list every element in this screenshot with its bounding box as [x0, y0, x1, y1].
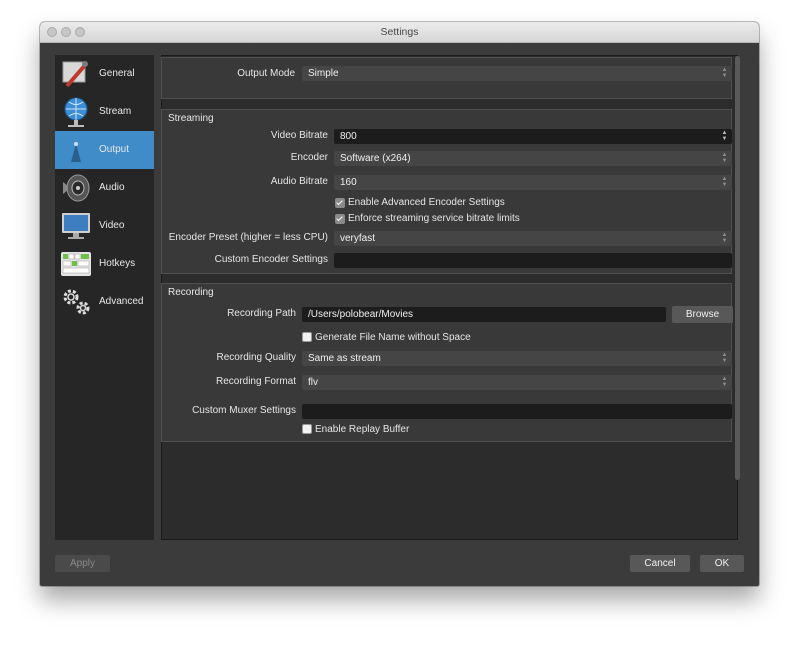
- streaming-group: Streaming Video Bitrate 800 ▲ ▼ Encoder S…: [161, 109, 732, 274]
- title-bar: Settings: [40, 22, 759, 43]
- cancel-button[interactable]: Cancel: [630, 555, 690, 572]
- stepper-icon[interactable]: ▲ ▼: [719, 130, 730, 143]
- ok-button[interactable]: OK: [700, 555, 744, 572]
- output-mode-label: Output Mode: [237, 68, 295, 79]
- sidebar-label-stream: Stream: [99, 106, 132, 117]
- streaming-group-title: Streaming: [168, 113, 214, 124]
- sidebar-item-output[interactable]: Output: [55, 131, 154, 169]
- recording-path-input[interactable]: /Users/polobear/Movies: [302, 307, 666, 322]
- general-icon: [62, 61, 88, 88]
- sidebar-label-advanced: Advanced: [99, 296, 144, 307]
- sidebar-label-hotkeys: Hotkeys: [99, 258, 136, 269]
- recording-group-title: Recording: [168, 287, 214, 298]
- settings-sidebar: General Stream Output Audio Video Hotkey…: [55, 55, 154, 540]
- recording-format-select[interactable]: flv ▲ ▼: [302, 375, 732, 390]
- audio-bitrate-value: 160: [340, 177, 357, 188]
- sidebar-item-advanced[interactable]: Advanced: [55, 283, 154, 321]
- audio-bitrate-label: Audio Bitrate: [270, 176, 328, 187]
- output-mode-value: Simple: [308, 68, 339, 79]
- output-icon: [71, 142, 81, 162]
- sidebar-item-stream[interactable]: Stream: [55, 93, 154, 131]
- encoder-select[interactable]: Software (x264) ▲ ▼: [334, 151, 732, 166]
- recording-quality-select[interactable]: Same as stream ▲ ▼: [302, 351, 732, 366]
- recording-quality-value: Same as stream: [308, 353, 381, 364]
- advanced-encoder-checkbox[interactable]: [335, 198, 345, 208]
- chevron-updown-icon: ▲ ▼: [721, 152, 728, 164]
- sidebar-label-output: Output: [99, 144, 130, 155]
- replay-buffer-checkbox[interactable]: [302, 424, 312, 434]
- chevron-updown-icon: ▲ ▼: [721, 376, 728, 388]
- sidebar-item-hotkeys[interactable]: Hotkeys: [55, 245, 154, 283]
- recording-format-value: flv: [308, 377, 318, 388]
- browse-button[interactable]: Browse: [672, 306, 733, 323]
- sidebar-label-video: Video: [99, 220, 125, 231]
- output-mode-group: Output Mode Simple ▲ ▼: [161, 57, 732, 99]
- encoder-label: Encoder: [290, 152, 328, 163]
- video-icon: [62, 213, 90, 239]
- apply-button[interactable]: Apply: [55, 555, 110, 572]
- output-mode-select[interactable]: Simple ▲ ▼: [302, 66, 732, 81]
- encoder-preset-select[interactable]: veryfast ▲ ▼: [334, 231, 732, 246]
- sidebar-label-audio: Audio: [99, 182, 125, 193]
- sidebar-item-general[interactable]: General: [55, 55, 154, 93]
- video-bitrate-label: Video Bitrate: [270, 130, 328, 141]
- audio-icon: [63, 174, 90, 202]
- recording-path-label: Recording Path: [227, 308, 296, 319]
- enforce-limits-checkbox[interactable]: [335, 214, 345, 224]
- recording-group: Recording Recording Path /Users/polobear…: [161, 283, 733, 442]
- chevron-updown-icon: ▲ ▼: [721, 352, 728, 364]
- chevron-updown-icon: ▲ ▼: [721, 176, 728, 188]
- no-space-checkbox[interactable]: [302, 332, 312, 342]
- vertical-scrollbar[interactable]: [735, 56, 740, 480]
- video-bitrate-value: 800: [340, 131, 357, 142]
- advanced-encoder-label: Enable Advanced Encoder Settings: [348, 197, 505, 208]
- replay-buffer-label: Enable Replay Buffer: [315, 424, 410, 435]
- enforce-limits-label: Enforce streaming service bitrate limits: [348, 213, 520, 224]
- encoder-preset-value: veryfast: [340, 233, 376, 244]
- encoder-preset-label: Encoder Preset (higher = less CPU): [168, 232, 328, 243]
- advanced-icon: [63, 289, 90, 315]
- no-space-label: Generate File Name without Space: [315, 332, 471, 343]
- custom-muxer-input[interactable]: [302, 404, 732, 419]
- recording-path-value: /Users/polobear/Movies: [308, 309, 414, 320]
- sidebar-item-video[interactable]: Video: [55, 207, 154, 245]
- stream-icon: [64, 97, 88, 127]
- custom-encoder-label: Custom Encoder Settings: [214, 254, 328, 265]
- chevron-updown-icon: ▲ ▼: [721, 232, 728, 244]
- recording-quality-label: Recording Quality: [216, 352, 296, 363]
- window-title: Settings: [380, 26, 419, 38]
- custom-muxer-label: Custom Muxer Settings: [192, 405, 296, 416]
- encoder-value: Software (x264): [340, 153, 411, 164]
- chevron-updown-icon: ▲ ▼: [721, 67, 728, 79]
- custom-encoder-input[interactable]: [334, 253, 732, 268]
- hotkeys-icon: [61, 252, 91, 276]
- settings-window: Settings General Stream Output Audio Vid…: [40, 22, 759, 586]
- sidebar-label-general: General: [99, 68, 135, 79]
- video-bitrate-spinbox[interactable]: 800 ▲ ▼: [334, 129, 732, 144]
- sidebar-item-audio[interactable]: Audio: [55, 169, 154, 207]
- audio-bitrate-select[interactable]: 160 ▲ ▼: [334, 175, 732, 190]
- recording-format-label: Recording Format: [215, 376, 296, 387]
